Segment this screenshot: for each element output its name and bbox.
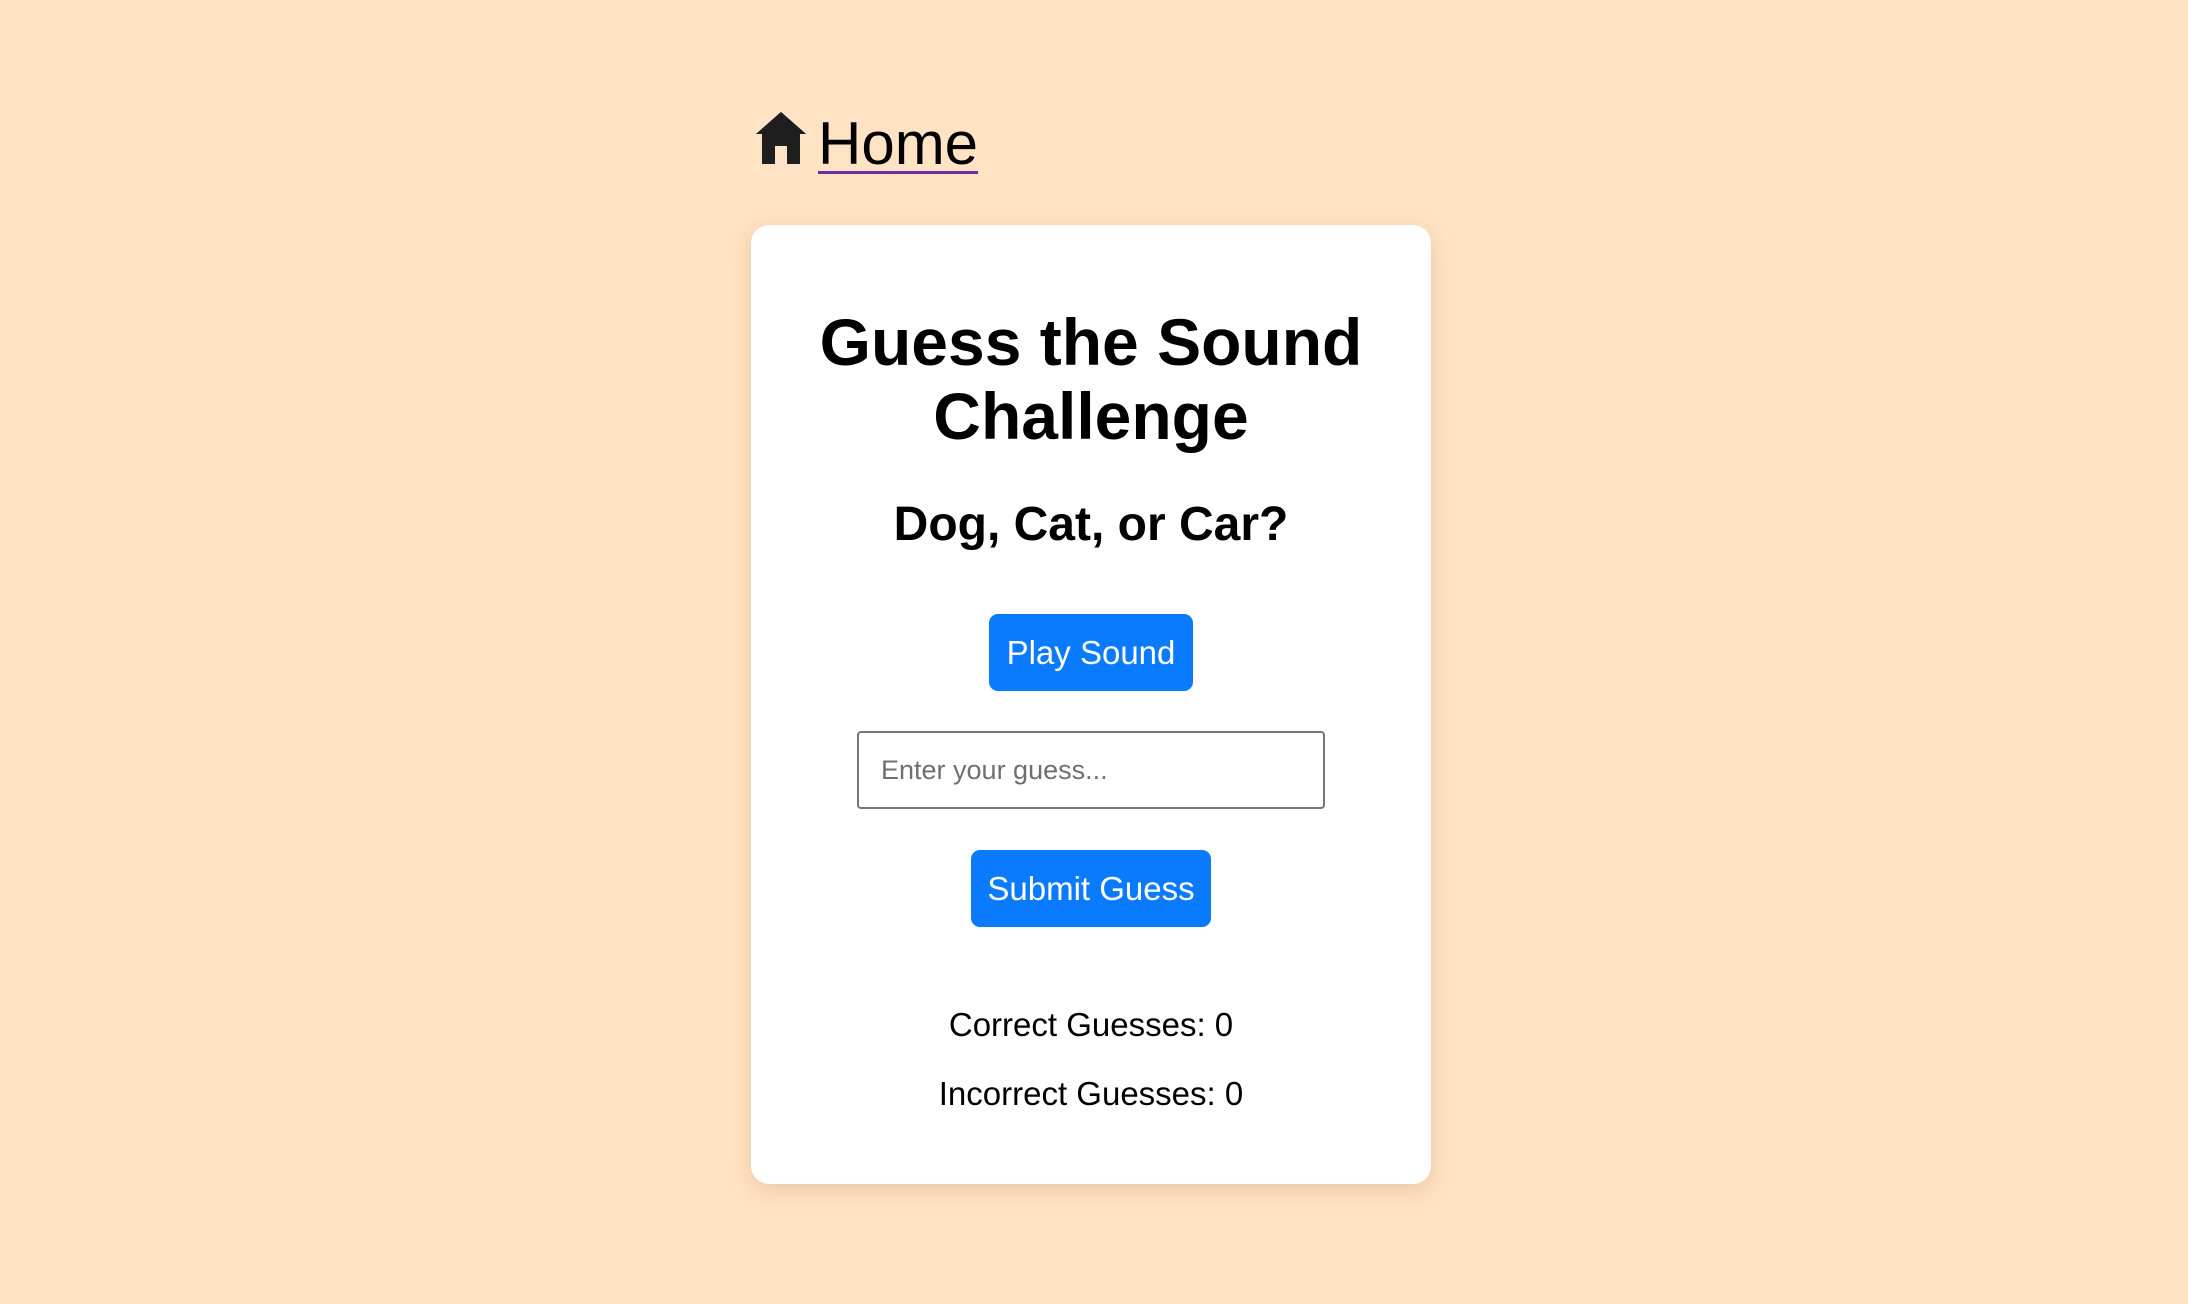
guess-input[interactable] xyxy=(857,731,1325,809)
game-subtitle: Dog, Cat, or Car? xyxy=(893,498,1289,551)
correct-guesses-count: Correct Guesses: 0 xyxy=(948,1006,1234,1043)
home-icon xyxy=(754,110,808,166)
play-sound-button[interactable]: Play Sound xyxy=(989,614,1193,691)
game-card: Guess the Sound Challenge Dog, Cat, or C… xyxy=(751,225,1431,1184)
page-title: Guess the Sound Challenge xyxy=(819,305,1363,453)
submit-guess-button[interactable]: Submit Guess xyxy=(971,850,1211,927)
home-link[interactable]: Home xyxy=(754,110,978,174)
page: Home Guess the Sound Challenge Dog, Cat,… xyxy=(0,0,2188,1304)
home-link-label: Home xyxy=(818,110,979,177)
incorrect-guesses-count: Incorrect Guesses: 0 xyxy=(938,1075,1244,1112)
